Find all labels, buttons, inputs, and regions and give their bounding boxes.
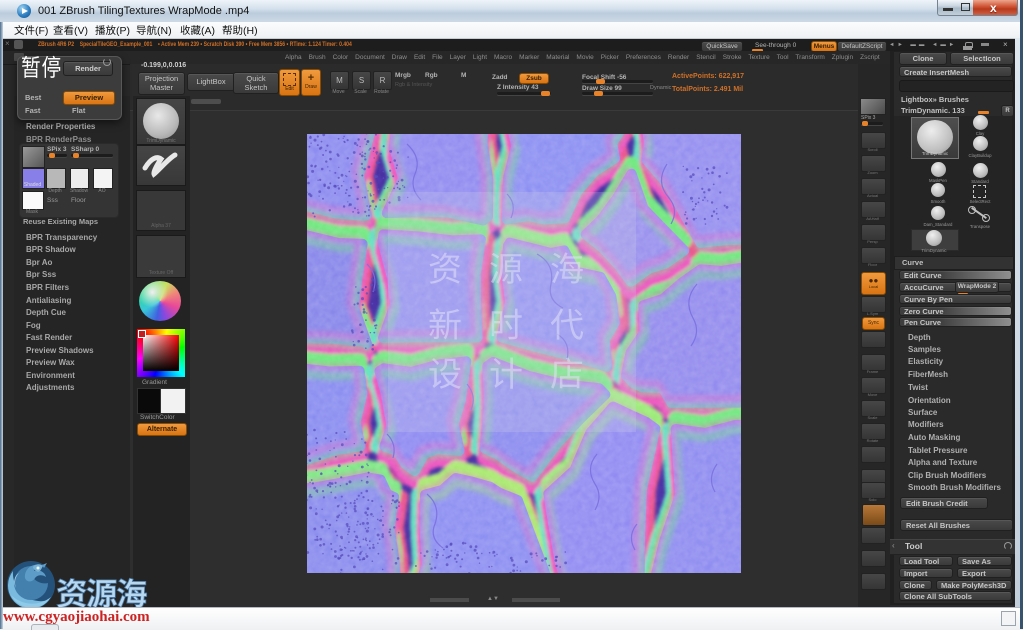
svg-text:(V): (V) <box>74 25 88 37</box>
svg-text:(F): (F) <box>35 25 48 37</box>
svg-text:(A): (A) <box>201 25 215 37</box>
svg-text:(P): (P) <box>116 25 130 37</box>
svg-text:(H): (H) <box>243 25 258 37</box>
svg-text:(N): (N) <box>157 25 172 37</box>
